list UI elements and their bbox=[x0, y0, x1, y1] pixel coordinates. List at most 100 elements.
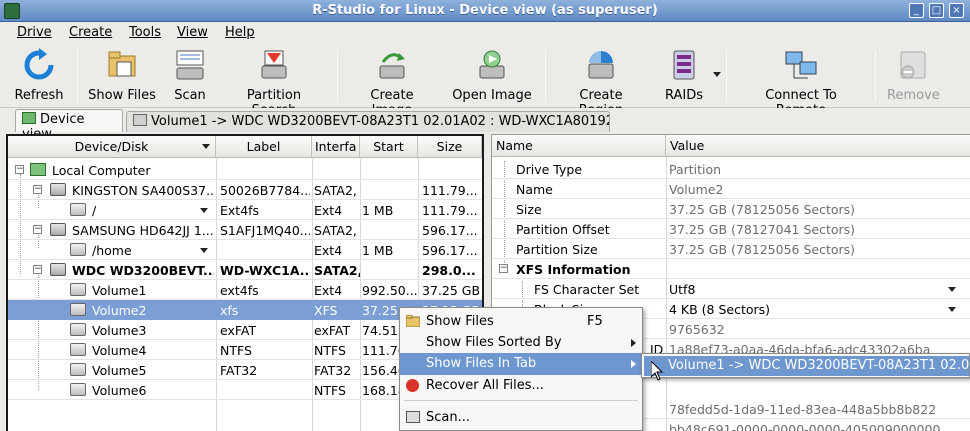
hdd-disk-icon bbox=[50, 223, 66, 236]
device-name: Local Computer bbox=[52, 163, 151, 178]
device-size: 596.17... bbox=[422, 223, 478, 238]
tab-device-view[interactable]: Device view bbox=[15, 109, 123, 142]
submenu-item-volume1-tab[interactable]: Volume1 -> WDC WD3200BEVT-08A23T1 02.01A… bbox=[644, 356, 969, 376]
refresh-button[interactable]: Refresh bbox=[12, 48, 66, 106]
scan-button[interactable]: Scan bbox=[170, 48, 210, 106]
menu-tools[interactable]: Tools bbox=[129, 25, 161, 40]
recover-icon bbox=[406, 379, 419, 392]
collapse-icon[interactable]: − bbox=[33, 185, 42, 194]
collapse-icon[interactable]: − bbox=[15, 165, 24, 174]
maximize-icon[interactable]: □ bbox=[929, 3, 944, 18]
tree-row[interactable]: /home Ext4 1 MB 596.17... bbox=[8, 240, 482, 260]
create-region-button[interactable]: Create Region bbox=[556, 48, 646, 118]
dropdown-icon[interactable] bbox=[200, 248, 208, 253]
column-header-size[interactable]: Size bbox=[418, 136, 482, 158]
device-label: WD-WXC1A... bbox=[220, 263, 310, 278]
column-header-start[interactable]: Start bbox=[360, 136, 418, 158]
property-value: 4 KB (8 Sectors) bbox=[669, 302, 771, 317]
device-interface: SATA2, HDD bbox=[314, 223, 360, 238]
menu-item-show-files-in-tab[interactable]: Show Files In Tab bbox=[400, 353, 642, 375]
device-start: 1 MB bbox=[362, 243, 394, 258]
tab-volume1[interactable]: Volume1 -> WDC WD3200BEVT-08A23T1 02.01A… bbox=[126, 111, 610, 132]
scan-disk-icon bbox=[173, 48, 207, 82]
menu-item-recover-all-files[interactable]: Recover All Files... bbox=[400, 375, 642, 397]
property-row[interactable]: Size 37.25 GB (78125056 Sectors) bbox=[492, 199, 970, 219]
device-size: 298.0... bbox=[422, 263, 476, 278]
device-interface: XFS bbox=[314, 303, 338, 318]
property-value: 37.25 GB (78127041 Sectors) bbox=[669, 222, 856, 237]
device-start: 992.50... bbox=[362, 283, 418, 298]
raids-dropdown-icon[interactable] bbox=[713, 72, 721, 77]
device-name: Volume4 bbox=[92, 343, 147, 358]
volume-icon bbox=[70, 243, 86, 256]
open-image-icon bbox=[475, 48, 509, 82]
submenu-show-files-in-tab: Volume1 -> WDC WD3200BEVT-08A23T1 02.01A… bbox=[641, 353, 970, 378]
tree-row[interactable]: − WDC WD3200BEVT... WD-WXC1A... SATA2, H… bbox=[8, 260, 482, 280]
property-group-name: XFS Information bbox=[516, 262, 631, 277]
column-header-name[interactable]: Name bbox=[492, 135, 666, 157]
volume-icon bbox=[70, 283, 86, 296]
volume-icon bbox=[70, 343, 86, 356]
column-header-device[interactable]: Device/Disk bbox=[8, 136, 216, 158]
property-name: Size bbox=[516, 202, 542, 217]
raid-icon bbox=[667, 48, 701, 82]
collapse-icon[interactable]: − bbox=[33, 225, 42, 234]
open-image-button[interactable]: Open Image bbox=[452, 48, 532, 106]
property-value: Partition bbox=[669, 162, 722, 177]
menu-item-show-files-sorted-by[interactable]: Show Files Sorted By bbox=[400, 332, 642, 354]
raids-button[interactable]: RAIDs bbox=[662, 48, 706, 106]
device-interface: NTFS bbox=[314, 383, 346, 398]
device-interface: Ext4 bbox=[314, 243, 343, 258]
menu-item-scan[interactable]: Scan... bbox=[400, 407, 642, 429]
tree-row[interactable]: − SAMSUNG HD642JJ 1... S1AFJ1MQ40... SAT… bbox=[8, 220, 482, 240]
property-row[interactable]: FS Character Set Utf8 bbox=[492, 279, 970, 299]
submenu-arrow-icon bbox=[631, 339, 636, 347]
property-row[interactable]: Name Volume2 bbox=[492, 179, 970, 199]
tree-row[interactable]: / Ext4fs Ext4 1 MB 111.79... bbox=[8, 200, 482, 220]
minimize-icon[interactable]: _ bbox=[909, 3, 924, 18]
folder-icon bbox=[405, 314, 421, 328]
property-row[interactable]: Drive Type Partition bbox=[492, 159, 970, 179]
partition-search-button[interactable]: Partition Search bbox=[225, 48, 323, 118]
show-files-button[interactable]: Show Files bbox=[88, 48, 156, 106]
property-group-row[interactable]: − XFS Information bbox=[492, 259, 970, 279]
column-header-label[interactable]: Label bbox=[216, 136, 312, 158]
tree-row[interactable]: − KINGSTON SA400S37... 50026B7784... SAT… bbox=[8, 180, 482, 200]
remove-button[interactable]: Remove bbox=[887, 48, 940, 106]
property-value: 37.25 GB (78125056 Sectors) bbox=[669, 202, 856, 217]
collapse-icon[interactable]: − bbox=[33, 265, 42, 274]
tree-row[interactable]: Volume1 ext4fs Ext4 992.50... 37.25 GB bbox=[8, 280, 482, 300]
menu-bar: Drive Create Tools View Help bbox=[0, 22, 970, 44]
dropdown-icon[interactable] bbox=[200, 208, 208, 213]
dropdown-icon[interactable] bbox=[948, 307, 956, 312]
column-header-value[interactable]: Value bbox=[666, 135, 970, 157]
remove-icon bbox=[896, 48, 930, 82]
menu-create[interactable]: Create bbox=[69, 25, 112, 40]
volume-icon bbox=[70, 383, 86, 396]
dropdown-icon[interactable] bbox=[948, 287, 956, 292]
folder-files-icon bbox=[105, 48, 139, 82]
device-label: xfs bbox=[220, 303, 239, 318]
device-name: Volume5 bbox=[92, 363, 147, 378]
collapse-icon[interactable]: − bbox=[499, 264, 508, 273]
device-name: /home bbox=[92, 243, 132, 258]
create-image-button[interactable]: Create Image bbox=[348, 48, 436, 118]
menu-drive[interactable]: Drive bbox=[17, 25, 52, 40]
volume-icon bbox=[70, 203, 86, 216]
device-size: 37.25 GB bbox=[422, 283, 480, 298]
property-row[interactable]: Partition Size 37.25 GB (78125056 Sector… bbox=[492, 239, 970, 259]
volume-icon bbox=[70, 323, 86, 336]
column-header-interface[interactable]: Interfa bbox=[312, 136, 360, 158]
menu-help[interactable]: Help bbox=[225, 25, 255, 40]
connect-remote-button[interactable]: Connect To Remote bbox=[740, 48, 862, 118]
device-name: SAMSUNG HD642JJ 1... bbox=[72, 223, 214, 238]
menu-item-show-files[interactable]: Show Files F5 bbox=[400, 311, 642, 333]
menu-view[interactable]: View bbox=[177, 25, 208, 40]
toolbar: Refresh Show Files Scan Partition Search… bbox=[0, 44, 970, 118]
title-bar: R-Studio for Linux - Device view (as sup… bbox=[0, 0, 970, 22]
close-icon[interactable]: × bbox=[949, 3, 964, 18]
property-row[interactable]: Partition Offset 37.25 GB (78127041 Sect… bbox=[492, 219, 970, 239]
tree-row[interactable]: − Local Computer bbox=[8, 160, 482, 180]
refresh-icon bbox=[22, 48, 56, 82]
device-interface: FAT32 bbox=[314, 363, 352, 378]
